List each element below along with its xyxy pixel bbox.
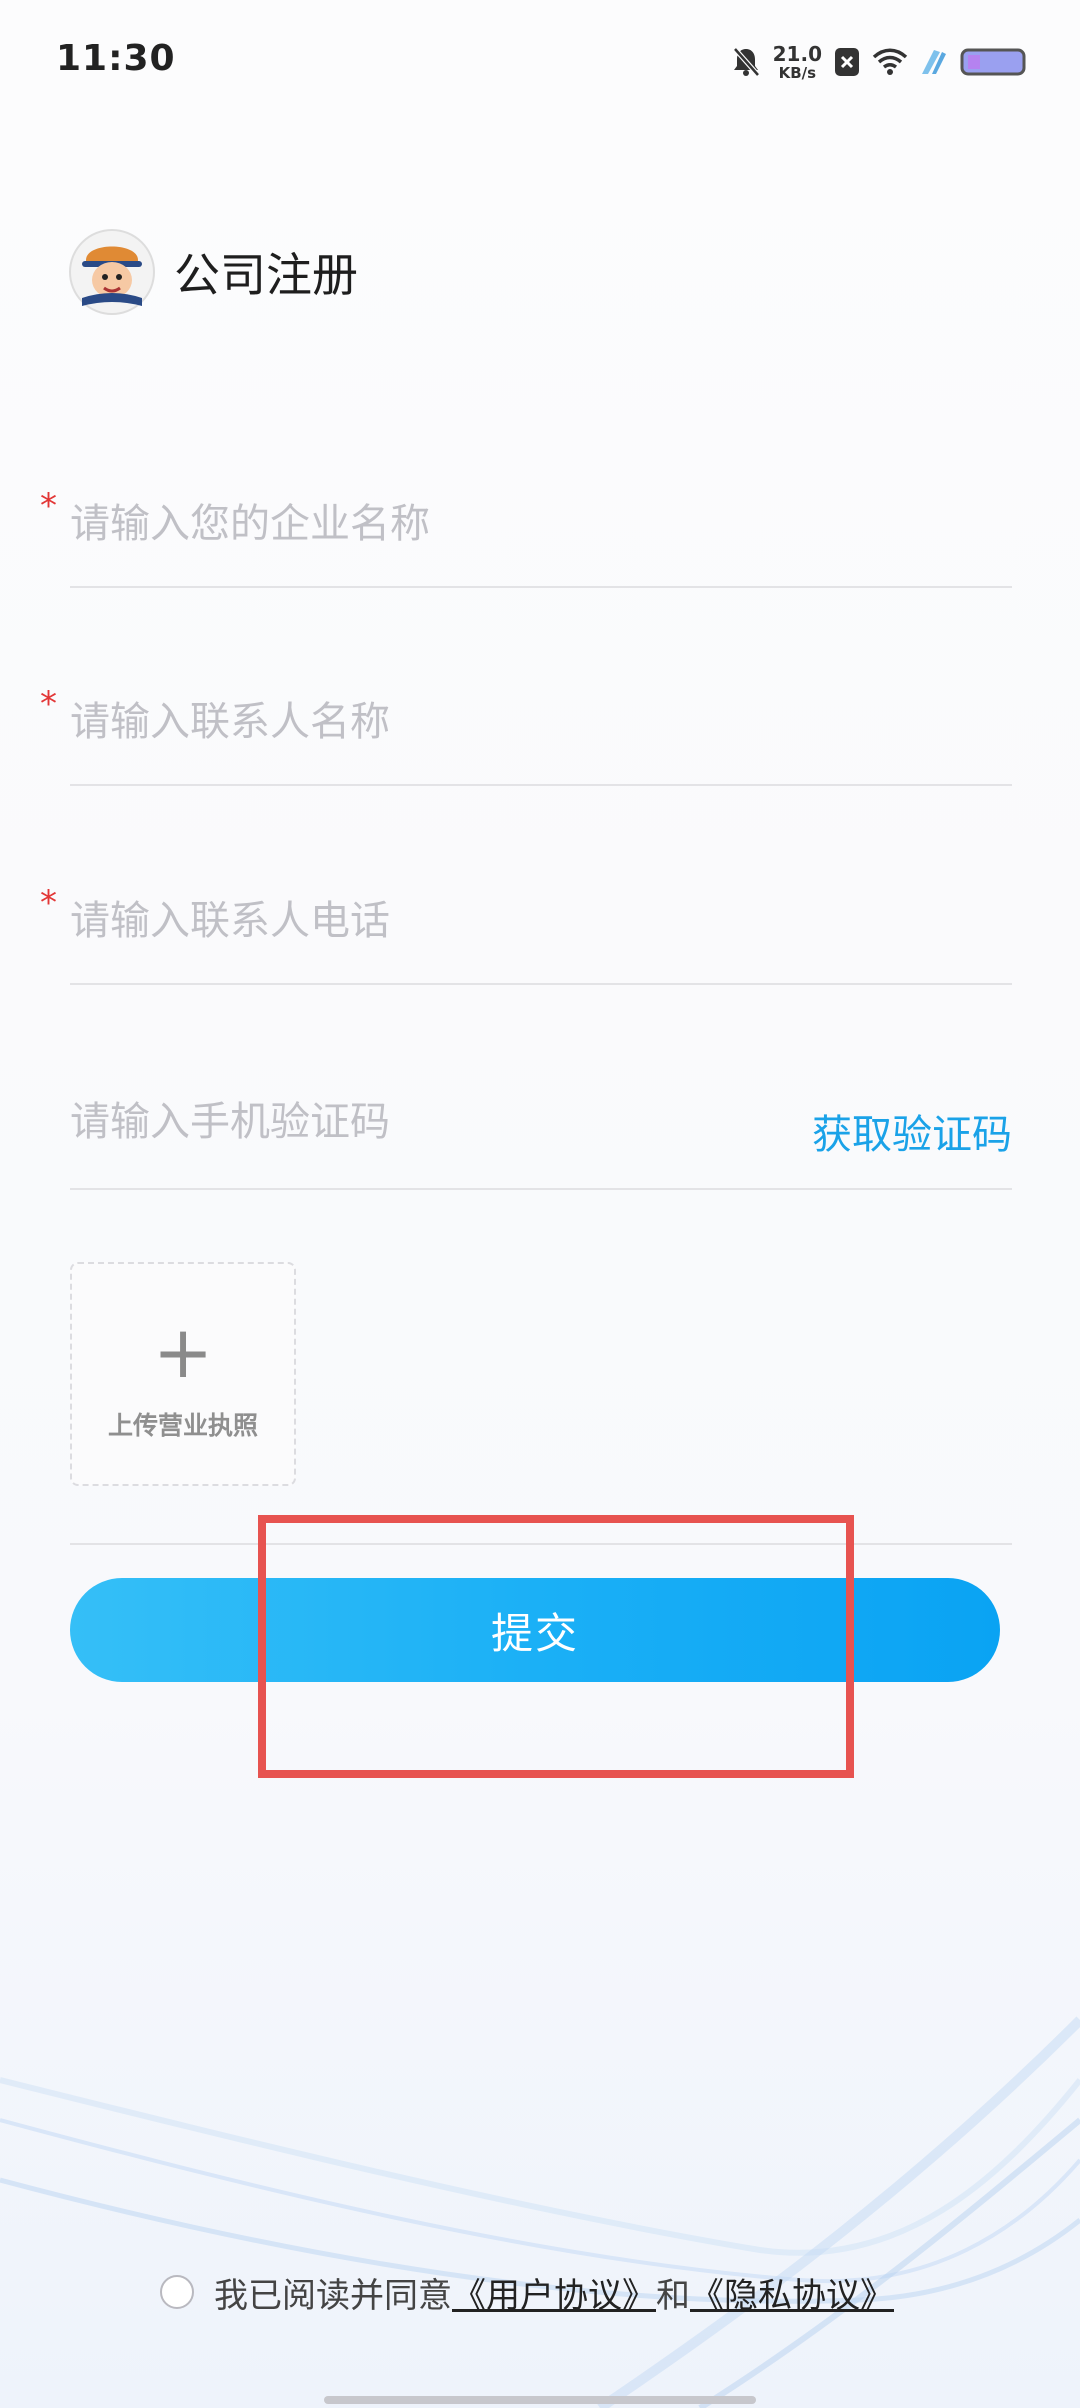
contact-phone-input[interactable] (70, 861, 710, 981)
required-mark: * (40, 684, 57, 724)
page-header: 公司注册 (68, 226, 358, 318)
contact-phone-field: * (40, 861, 1012, 985)
company-name-input[interactable] (70, 464, 710, 584)
required-mark: * (40, 486, 57, 526)
company-name-field: * (40, 464, 1012, 588)
verification-code-input[interactable] (70, 1062, 710, 1182)
highlight-box (258, 1515, 854, 1778)
page-title: 公司注册 (174, 248, 358, 302)
bell-muted-icon (732, 47, 760, 77)
net-speed-value: 21.0 (772, 41, 822, 66)
user-agreement-link[interactable]: 《用户协议》 (452, 2268, 656, 2317)
contact-name-field: * (40, 662, 1012, 786)
avatar-logo (69, 229, 155, 315)
contact-name-input[interactable] (70, 662, 710, 782)
plus-icon: + (152, 1310, 214, 1394)
charging-icon (922, 50, 946, 74)
net-speed-unit: KB/s (778, 63, 817, 82)
verification-code-field: 获取验证码 (70, 1062, 1012, 1190)
privacy-agreement-link[interactable]: 《隐私协议》 (690, 2268, 894, 2317)
battery-icon (960, 48, 1026, 76)
agreement-row: 我已阅读并同意 《用户协议》 和 《隐私协议》 (160, 2268, 894, 2316)
upload-business-license-button[interactable]: + 上传营业执照 (70, 1262, 296, 1486)
background-waves (0, 0, 1080, 2408)
status-time: 11:30 (56, 38, 176, 79)
status-icons: 21.0 KB/s (731, 40, 1028, 84)
notification-x-icon (835, 48, 859, 76)
home-indicator[interactable] (324, 2396, 756, 2404)
agreement-prefix: 我已阅读并同意 (214, 2275, 452, 2316)
get-verification-code-button[interactable]: 获取验证码 (812, 1102, 1012, 1160)
agreement-radio[interactable] (160, 2275, 194, 2309)
net-speed: 21.0 KB/s (773, 44, 822, 81)
agreement-conjunction: 和 (656, 2275, 690, 2316)
required-mark: * (40, 883, 57, 923)
wifi-icon (872, 48, 908, 75)
status-bar: 11:30 21.0 KB/s (0, 0, 1080, 120)
upload-label: 上传营业执照 (107, 1411, 258, 1440)
